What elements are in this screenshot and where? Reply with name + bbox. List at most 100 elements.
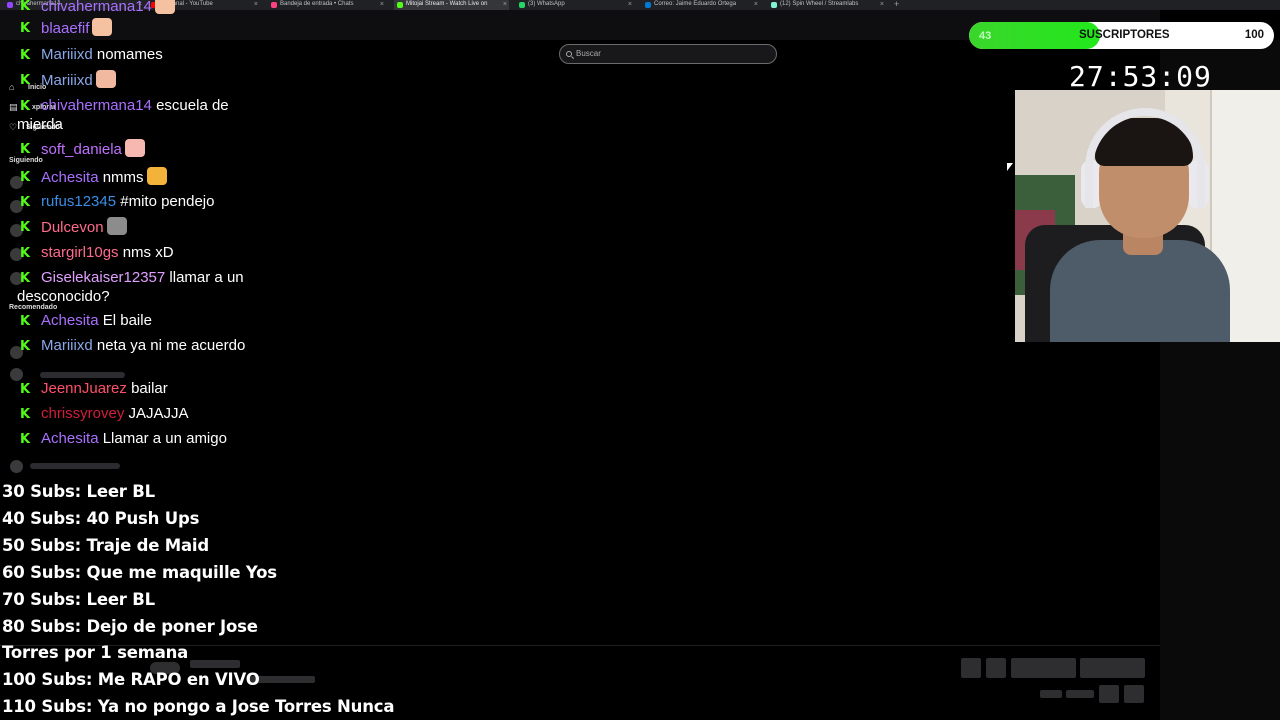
tab-favicon-icon [645,2,651,8]
webcam-feed [1015,90,1280,342]
kick-badge-icon: K [20,0,31,14]
player-control[interactable] [1066,690,1094,698]
player-control[interactable] [986,658,1006,678]
chat-message: K Giselekaiser12357 llamar a un desconoci… [17,268,267,306]
chat-message-body: Mariiixd neta ya ni me acuerdo [17,336,267,355]
home-icon[interactable]: ⌂ [9,82,14,92]
sub-goal-item: 100 Subs: Me RAPO en VIVO [2,670,260,690]
chat-username[interactable]: chivahermana14 [41,97,152,114]
sub-goal-target: 100 [1244,29,1264,41]
sub-goal-item: Torres por 1 semana [2,643,189,663]
chat-username[interactable]: Achesita [41,430,99,447]
stream-timer: 27:53:09 [1069,60,1212,93]
chat-username[interactable]: soft_daniela [41,141,122,158]
kick-badge-icon: K [20,21,31,36]
tab-favicon-icon [771,2,777,8]
chat-message-body: Dulcevon [17,217,267,237]
chat-text: nms xD [122,244,174,261]
sub-goals-list: 30 Subs: Leer BL 40 Subs: 40 Push Ups 50 S… [2,479,394,720]
chat-message: K Achesita El baile [17,311,267,330]
kick-badge-icon: K [20,195,31,210]
chat-username[interactable]: Dulcevon [41,219,104,236]
chat-message-body: Mariiixd [17,70,267,90]
tab-label: (12) Spin Wheel / Streamlabs [780,1,859,7]
sub-current-count: 43 [979,30,992,42]
sub-goal-item: 80 Subs: Dejo de poner Jose [2,616,258,636]
chat-username[interactable]: chivahermana14 [41,0,152,15]
browser-tab[interactable]: (12) Spin Wheel / Streamlabs × [768,0,886,10]
chat-username[interactable]: stargirl10gs [41,244,119,261]
browser-tab[interactable]: (3) WhatsApp × [516,0,634,10]
tab-close-icon[interactable]: × [503,0,507,9]
tab-close-icon[interactable]: × [754,0,758,9]
browser-tab[interactable]: Bandeja de entrada • Chats × [268,0,386,10]
mouse-cursor-icon [1007,163,1013,171]
sub-goal-item: 110 Subs: Ya no pongo a Jose Torres Nunc… [2,697,395,717]
kick-badge-icon: K [20,432,31,447]
kick-badge-icon: K [20,271,31,286]
chat-username[interactable]: Mariiixd [41,337,93,354]
chat-username[interactable]: chrissyrovey [41,405,124,422]
chat-message-body: Mariiixd nomames [17,45,267,64]
chat-message-body: JeennJuarez bailar [17,379,267,398]
player-control[interactable] [961,658,981,678]
chat-text: neta ya ni me acuerdo [96,337,246,354]
new-tab-button[interactable]: + [894,0,899,9]
chat-message-body: Achesita nmms [17,167,267,187]
chat-message: K JeennJuarez bailar [17,379,267,398]
chat-username[interactable]: rufus12345 [41,193,116,210]
chat-text: nmms [102,169,144,186]
chat-message: K Mariiixd [17,70,267,90]
chat-emote-icon [124,139,145,157]
player-control[interactable] [1011,658,1076,678]
player-control[interactable] [1080,658,1145,678]
tab-label: Mitojai Stream - Watch Live on [406,1,488,7]
chat-message: K Mariiixd neta ya ni me acuerdo [17,336,267,355]
tab-close-icon[interactable]: × [880,0,884,9]
chat-username[interactable]: Achesita [41,169,99,186]
chat-username[interactable]: blaaefif [41,20,89,37]
kick-badge-icon: K [20,170,31,185]
streamer-shirt [1050,240,1230,342]
player-control[interactable] [1040,690,1062,698]
browser-tab[interactable]: Mitojai Stream - Watch Live on × [394,0,509,10]
chat-message: K Achesita nmms [17,167,267,187]
heart-icon[interactable]: ♡ [9,122,17,133]
chat-message: Krufus12345 #mito pendejo [17,192,267,211]
chat-username[interactable]: Mariiixd [41,46,93,63]
chat-message-body: Giselekaiser12357 llamar a un desconocid… [17,268,267,306]
search-icon [566,51,572,57]
chat-text: El baile [102,312,152,329]
chat-username[interactable]: Mariiixd [41,72,93,89]
kick-badge-icon: K [20,48,31,63]
kick-badge-icon: K [20,314,31,329]
kick-badge-icon: K [20,220,31,235]
tab-favicon-icon [271,2,277,8]
chat-emote-icon [146,167,167,185]
chat-message: Kstargirl10gs nms xD [17,243,267,262]
channel-name-placeholder [30,463,120,469]
sub-goal-item: 40 Subs: 40 Push Ups [2,508,200,528]
browser-tab[interactable]: Correo: Jaime Eduardo Ortega × [642,0,760,10]
player-control[interactable] [1124,685,1144,703]
chat-message: Ksoft_daniela [17,139,267,159]
chat-username[interactable]: Achesita [41,312,99,329]
chat-message-body: rufus12345 #mito pendejo [17,192,267,211]
chat-username[interactable]: JeennJuarez [41,380,127,397]
player-control[interactable] [1099,685,1119,703]
chat-text: Llamar a un amigo [102,430,227,447]
chat-text: nomames [96,46,163,63]
search-input[interactable]: Buscar [559,44,777,64]
chat-username[interactable]: Giselekaiser12357 [41,269,165,286]
chat-message: Kchrissyrovey JAJAJJA [17,404,267,423]
channel-name-placeholder [40,372,125,378]
sub-goal-item: 30 Subs: Leer BL [2,482,155,501]
kick-badge-icon: K [20,246,31,261]
channel-avatar[interactable] [10,460,23,473]
chat-emote-icon [154,0,175,14]
tab-close-icon[interactable]: × [628,0,632,9]
chat-message-body: blaaefif [17,18,267,38]
chat-message-body: chivahermana14 [17,0,267,16]
kick-badge-icon: K [20,142,31,157]
tab-close-icon[interactable]: × [380,0,384,9]
